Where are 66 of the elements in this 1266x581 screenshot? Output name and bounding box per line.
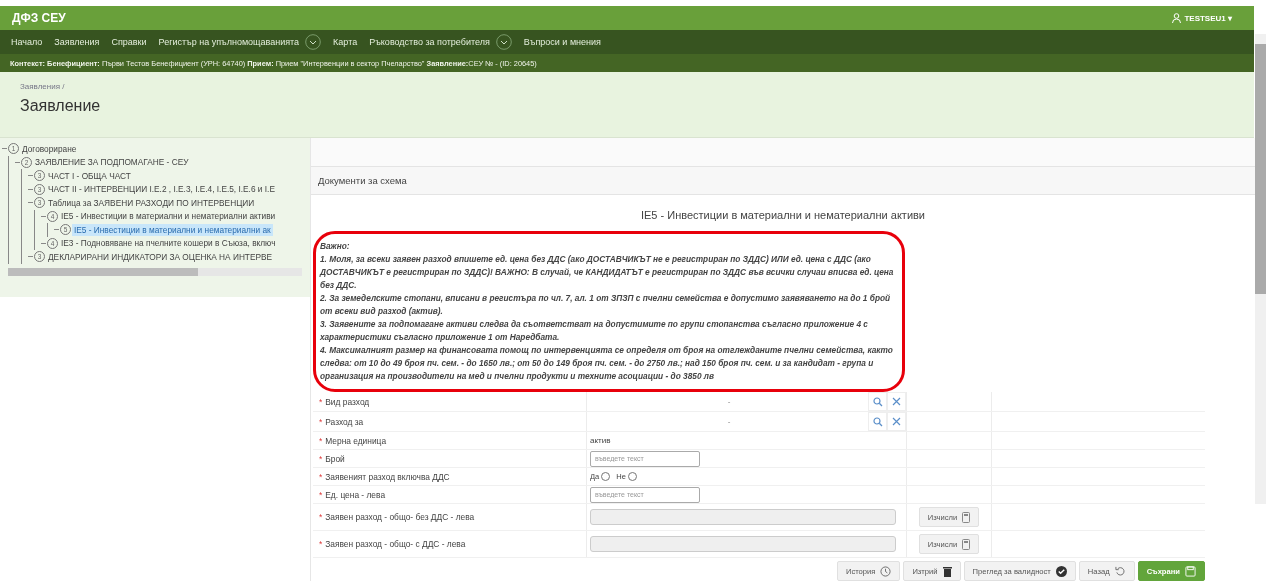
trash-icon	[942, 565, 952, 577]
nav-link[interactable]: Въпроси и мнения	[523, 37, 601, 47]
tree-item[interactable]: Таблица за ЗАЯВЕНИ РАЗХОДИ ПО ИНТЕРВЕНЦИИ	[46, 196, 257, 209]
undo-icon	[1114, 565, 1126, 577]
nav-link[interactable]: Справки	[111, 37, 147, 47]
required-asterisk: *	[319, 435, 323, 446]
clock-icon	[880, 565, 892, 577]
tree-item[interactable]: Договориране	[20, 142, 79, 155]
required-asterisk: *	[319, 539, 323, 549]
field-label: Ед. цена - лева	[325, 489, 386, 500]
section-title: Документи за схема	[318, 175, 407, 187]
field-label: Брой	[325, 453, 345, 464]
save-icon	[1185, 565, 1196, 577]
calculator-icon	[962, 511, 971, 523]
tree-item[interactable]: ЗАЯВЛЕНИЕ ЗА ПОДПОМАГАНЕ - СЕУ	[33, 156, 191, 169]
vertical-scrollbar[interactable]	[1255, 34, 1266, 504]
close-icon	[892, 417, 901, 426]
field-label: Вид разход	[325, 396, 370, 407]
notice-paragraph: Важно:	[320, 240, 351, 253]
required-asterisk: *	[319, 396, 323, 407]
field-label: Заявен разход - общо- с ДДС - лева	[325, 539, 466, 549]
required-asterisk: *	[319, 489, 323, 500]
search-button[interactable]	[868, 392, 887, 411]
nav-link[interactable]: Ръководство за потребителя	[369, 37, 490, 47]
required-asterisk: *	[319, 512, 323, 522]
nav-link[interactable]: Карта	[333, 37, 358, 47]
user-icon	[1172, 13, 1182, 23]
nav-link[interactable]: Начало	[11, 37, 43, 47]
required-asterisk: *	[319, 471, 323, 482]
required-asterisk: *	[319, 453, 323, 464]
field-label: Разход за	[325, 416, 364, 427]
tree-item[interactable]: ЧАСТ I - ОБЩА ЧАСТ	[46, 169, 133, 182]
calculator-icon	[962, 538, 971, 550]
radio-button[interactable]	[627, 472, 637, 481]
lookup-value: -	[726, 397, 732, 406]
field-label: Мерна единица	[325, 435, 387, 446]
nav-link[interactable]: Регистър на упълномощаванията	[158, 37, 300, 47]
field-label: Заявеният разход включва ДДС	[325, 471, 450, 482]
notice-paragraph: 1. Моля, за всеки заявен разход впишете ед. цена без ДДС (ако ДОСТАВЧИКЪТ не е регистриран по ЗДДС) ИЛИ ед. цена с ДДС (ако ДОСТАВЧИКЪТ е регистриран по ЗДДС)! ВАЖНО: В случай, че КАНДИДАТЪТ е регистриран по ЗДДС във всички случаи вписва ед. цена без ДДС.	[320, 253, 895, 292]
chevron-down-icon[interactable]	[495, 34, 512, 50]
tree-item[interactable]: IE3 - Подновяване на пчелните кошери в Съюза, включ	[59, 237, 278, 250]
form-title: IE5 - Инвестиции в материални и нематериални активи	[639, 209, 926, 221]
page-title: Заявление	[20, 97, 102, 115]
notice-paragraph: 4. Максималният размер на финансовата помощ по интервенцията се определя от броя на отглежданите пчелни семейства, както следва: от 10 до 49 броя пч. сем. - до 1650 лв.; от 50 до 149 броя пч. сем. - до 2750 лв.; над 150 броя пч. сем. и за кандидат - група и организация на производители на мед и пчелни продукти и техните асоциации - до 3850 лв	[320, 344, 894, 383]
clear-button[interactable]	[887, 392, 906, 411]
notice-paragraph: 2. За земеделските стопани, вписани в регистъра по чл. 7, ал. 1 от ЗПЗП с пчелни семейства е допустимо заявяването на до 1 брой от всеки вид разход (актив).	[320, 292, 892, 318]
breadcrumb-link[interactable]: Заявления /	[20, 82, 1234, 91]
required-asterisk: *	[319, 416, 323, 427]
check-circle-icon	[1055, 565, 1067, 577]
tree-item[interactable]: ЧАСТ II - ИНТЕРВЕНЦИИ I.E.2 , I.E.3, I.E.4, I.E.5, I.E.6 и I.E	[46, 183, 277, 196]
search-icon	[872, 416, 883, 427]
chevron-down-icon[interactable]	[305, 34, 322, 50]
nav-link[interactable]: Заявления	[54, 37, 100, 47]
tree-item[interactable]: ДЕКЛАРИРАНИ ИНДИКАТОРИ ЗА ОЦЕНКА НА ИНТЕРВЕ	[46, 250, 275, 263]
field-label: Заявен разход - общо- без ДДС - лева	[325, 512, 475, 522]
tree-item[interactable]: IE5 - Инвестиции в материални и нематериални активи	[59, 210, 278, 223]
radio-button[interactable]	[601, 472, 611, 481]
lookup-value: -	[726, 417, 732, 426]
field-value: актив	[590, 436, 611, 445]
horizontal-scrollbar[interactable]	[8, 267, 302, 276]
tree-item[interactable]: IE5 - Инвестиции в материални и нематериални ак	[72, 223, 273, 236]
search-icon	[872, 396, 883, 407]
search-button[interactable]	[868, 412, 887, 431]
notice-paragraph: 3. Заявените за подпомагане активи следва да съответстват на допустимите по групи стопанства съгласно приложение 4 с характеристики съгласно приложение 1 от Наредбата.	[320, 318, 869, 344]
close-icon	[892, 397, 901, 406]
clear-button[interactable]	[887, 412, 906, 431]
